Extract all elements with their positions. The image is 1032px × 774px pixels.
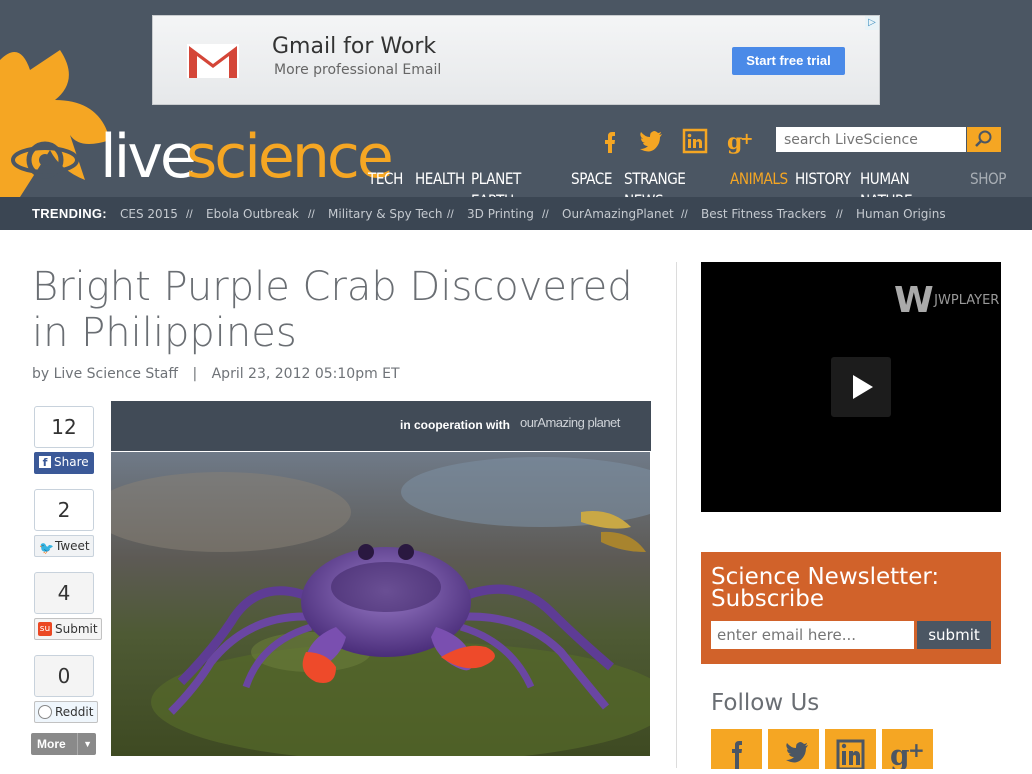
nav-item-shop[interactable]: SHOP — [970, 168, 1006, 190]
stumbleupon-submit-button[interactable]: su Submit — [34, 618, 102, 640]
trending-link[interactable]: Best Fitness Trackers — [701, 207, 826, 221]
linkedin-icon[interactable] — [681, 127, 709, 155]
nav-item-strange-news[interactable]: STRANGE NEWS — [624, 168, 706, 197]
svg-text:g: g — [890, 739, 910, 769]
trending-separator: // — [836, 207, 843, 221]
article-date: April 23, 2012 05:10pm ET — [211, 366, 400, 382]
tweet-label: Tweet — [55, 539, 90, 553]
advertisement-banner[interactable]: ▷ Gmail for Work More professional Email… — [152, 15, 880, 105]
logo-science-text[interactable]: science — [186, 122, 394, 192]
facebook-icon — [732, 741, 742, 769]
nav-item-space[interactable]: SPACE — [571, 168, 612, 190]
trending-link[interactable]: Human Origins — [856, 207, 946, 221]
article-author[interactable]: by Live Science Staff — [32, 366, 178, 382]
trending-separator: // — [542, 207, 549, 221]
reddit-button[interactable]: Reddit — [34, 701, 98, 723]
stumbleupon-share-count: 4 — [34, 572, 94, 614]
search-button[interactable] — [967, 127, 1001, 152]
facebook-share-button[interactable]: f Share — [34, 452, 94, 474]
facebook-share-label: Share — [54, 455, 89, 469]
video-player[interactable]: W JWPLAYER — [701, 262, 1001, 512]
newsletter-submit-button[interactable]: submit — [917, 621, 991, 649]
reddit-icon — [38, 705, 52, 719]
article-title: Bright Purple Crab Discovered in Philipp… — [32, 264, 633, 356]
article-photo — [111, 452, 650, 756]
ad-cta-button[interactable]: Start free trial — [732, 47, 845, 75]
play-icon — [853, 375, 873, 399]
jwplayer-brand: JWPLAYER — [934, 293, 1000, 308]
tweet-button[interactable]: 🐦 Tweet — [34, 535, 94, 557]
trending-separator: // — [186, 207, 193, 221]
more-label: More — [37, 737, 66, 751]
column-divider — [676, 262, 677, 768]
nav-item-planet-earth[interactable]: PLANET EARTH — [471, 168, 548, 197]
cooperation-text: in cooperation with — [400, 418, 510, 432]
trending-separator: // — [308, 207, 315, 221]
google-plus-icon[interactable]: g + — [726, 127, 756, 155]
linkedin-icon — [836, 739, 865, 771]
trending-separator: // — [447, 207, 454, 221]
trending-link[interactable]: OurAmazingPlanet — [562, 207, 674, 221]
more-share-button[interactable]: More ▼ — [31, 733, 96, 755]
newsletter-title: Science Newsletter: Subscribe — [711, 564, 940, 612]
trending-link[interactable]: CES 2015 — [120, 207, 178, 221]
byline-divider: | — [192, 366, 198, 382]
follow-facebook-button[interactable] — [711, 729, 762, 769]
cooperation-banner: in cooperation with ourAmazing planet — [111, 401, 651, 451]
facebook-icon: f — [39, 456, 51, 469]
play-button[interactable] — [831, 357, 891, 417]
search-input[interactable] — [776, 127, 966, 152]
gmail-logo-icon — [187, 44, 239, 78]
reddit-label: Reddit — [55, 705, 94, 719]
trending-link[interactable]: 3D Printing — [467, 207, 534, 221]
svg-text:+: + — [908, 738, 925, 762]
twitter-icon — [786, 742, 808, 763]
nav-item-human-nature[interactable]: HUMAN NATURE — [860, 168, 946, 197]
reddit-share-count: 0 — [34, 655, 94, 697]
trending-label: TRENDING: — [32, 206, 107, 221]
newsletter-email-input[interactable] — [711, 621, 914, 649]
ad-subtitle: More professional Email — [274, 62, 442, 78]
newsletter-box: Science Newsletter: Subscribe submit — [701, 552, 1001, 664]
nav-item-animals[interactable]: ANIMALS — [730, 168, 788, 190]
twitter-icon[interactable] — [637, 127, 665, 155]
stumbleupon-label: Submit — [55, 622, 98, 636]
jwplayer-logo: W JWPLAYER — [894, 280, 1000, 321]
facebook-icon[interactable] — [596, 127, 624, 155]
trending-bar: TRENDING: CES 2015 // Ebola Outbreak // … — [0, 197, 1032, 230]
google-plus-icon: g+ — [890, 738, 925, 772]
follow-google-plus-button[interactable]: g + — [882, 729, 933, 772]
nav-item-history[interactable]: HISTORY — [795, 168, 851, 190]
trending-link[interactable]: Military & Spy Tech — [328, 207, 442, 221]
follow-linkedin-button[interactable] — [825, 729, 876, 771]
follow-twitter-button[interactable] — [768, 729, 819, 769]
nav-item-health[interactable]: HEALTH — [415, 168, 465, 190]
search-icon — [975, 130, 992, 147]
our-amazing-planet-logo[interactable]: ourAmazing planet — [520, 415, 620, 430]
facebook-share-count: 12 — [34, 406, 94, 448]
nav-item-tech[interactable]: TECH — [368, 168, 403, 190]
twitter-share-count: 2 — [34, 489, 94, 531]
logo-live-text[interactable]: live — [100, 122, 197, 192]
trending-separator: // — [681, 207, 688, 221]
purple-crab-photo — [111, 452, 650, 756]
adchoices-icon[interactable]: ▷ — [865, 16, 879, 30]
main-nav: TECH HEALTH PLANET EARTH SPACE STRANGE N… — [368, 168, 1006, 197]
svg-text:+: + — [740, 129, 753, 148]
trending-link[interactable]: Ebola Outbreak — [206, 207, 299, 221]
stumbleupon-icon: su — [38, 622, 52, 636]
twitter-icon: 🐦 — [39, 541, 54, 555]
ad-title[interactable]: Gmail for Work — [272, 34, 436, 59]
follow-us-title: Follow Us — [711, 690, 820, 716]
site-header: ▷ Gmail for Work More professional Email… — [0, 0, 1032, 197]
article-byline: by Live Science Staff | April 23, 2012 0… — [32, 366, 400, 382]
chevron-down-icon: ▼ — [77, 733, 92, 755]
